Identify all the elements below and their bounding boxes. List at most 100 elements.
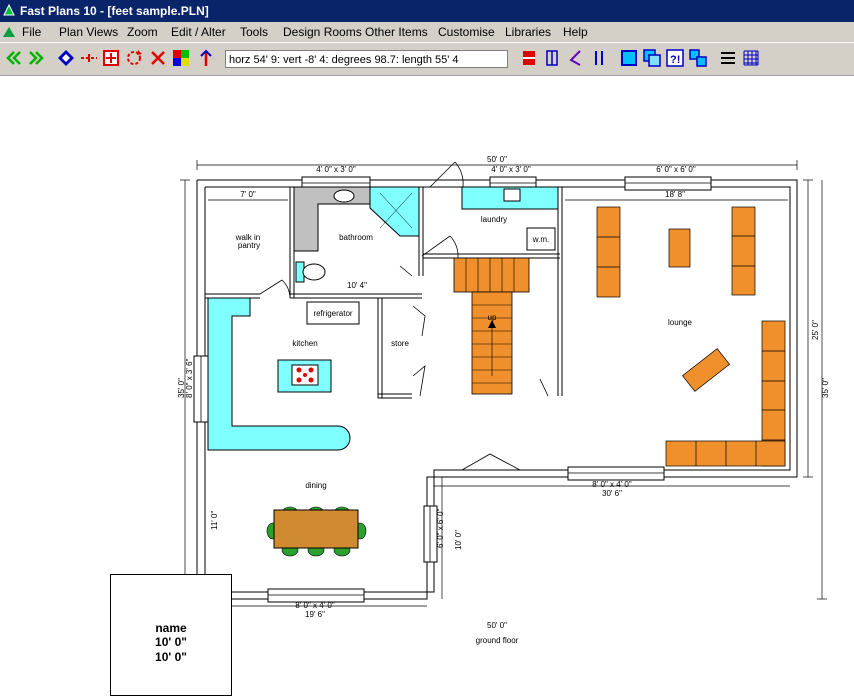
dim-right-25: 25' 0" bbox=[811, 320, 820, 340]
menu-design-rooms[interactable]: Design Rooms bbox=[283, 25, 362, 39]
label-store: store bbox=[391, 339, 409, 348]
measure-tool-button[interactable] bbox=[79, 48, 99, 68]
dim-top-window-2: 4' 0" x 3' 0" bbox=[491, 165, 531, 174]
dim-dining-window: 8' 0" x 4' 0" bbox=[295, 601, 335, 610]
lounge-furniture bbox=[596, 206, 786, 467]
menu-help[interactable]: Help bbox=[563, 25, 588, 39]
dim-lounge-window: 8' 0" x 4' 0" bbox=[592, 480, 632, 489]
dim-top-window-3: 6' 0" x 6' 0" bbox=[656, 165, 696, 174]
basin bbox=[333, 189, 355, 203]
window-top-3 bbox=[624, 176, 712, 191]
coordinate-readout: horz 54' 9: vert -8' 4: degrees 98.7: le… bbox=[225, 50, 508, 68]
menu-zoom[interactable]: Zoom bbox=[127, 25, 158, 39]
grid-button[interactable] bbox=[741, 48, 761, 68]
armchair bbox=[682, 348, 730, 392]
dim-top-window-1: 4' 0" x 3' 0" bbox=[316, 165, 356, 174]
double-chevron-left-icon bbox=[6, 51, 21, 65]
corner-sofa-horizontal bbox=[665, 440, 786, 467]
dim-mid-height: 10' 0" bbox=[454, 530, 463, 550]
sofa-right bbox=[731, 206, 756, 296]
dim-mid-window: 6' 0" x 6' 0" bbox=[436, 508, 445, 548]
layers-button[interactable] bbox=[718, 48, 738, 68]
info-button[interactable]: ?! bbox=[665, 48, 685, 68]
label-ground-floor: ground floor bbox=[475, 636, 519, 645]
dim-top-overall: 50' 0" bbox=[487, 155, 507, 164]
menu-edit-alter[interactable]: Edit / Alter bbox=[171, 25, 226, 39]
menu-other-items[interactable]: Other Items bbox=[365, 25, 428, 39]
select-tool-button[interactable] bbox=[56, 48, 76, 68]
window-title: Fast Plans 10 - [feet sample.PLN] bbox=[20, 4, 209, 18]
door-tool-button[interactable] bbox=[542, 48, 562, 68]
up-arrow-icon bbox=[200, 49, 212, 66]
colour-palette-icon bbox=[173, 50, 189, 66]
room-width: 10' 0" bbox=[155, 635, 187, 649]
shower bbox=[369, 186, 420, 237]
cascade-icon bbox=[643, 49, 661, 67]
dim-lounge-width: 18' 8" bbox=[665, 190, 685, 199]
door-icon bbox=[546, 50, 558, 66]
room-height: 10' 0" bbox=[155, 650, 187, 664]
grid-icon bbox=[743, 50, 759, 66]
sofa-left bbox=[596, 206, 621, 298]
diamond-select-icon bbox=[58, 50, 74, 66]
dim-left-window: 8' 0" x 3' 6" bbox=[185, 358, 194, 398]
delete-button[interactable] bbox=[148, 48, 168, 68]
dim-right-35: 35' 0" bbox=[821, 378, 830, 398]
menu-libraries[interactable]: Libraries bbox=[505, 25, 551, 39]
tile-icon bbox=[689, 49, 707, 67]
label-bathroom: bathroom bbox=[339, 233, 373, 242]
svg-text:?!: ?! bbox=[670, 54, 680, 66]
next-button[interactable] bbox=[26, 48, 46, 68]
room-name: name bbox=[155, 621, 187, 635]
parallel-lines-icon bbox=[595, 51, 603, 65]
label-dining: dining bbox=[305, 481, 327, 490]
menu-tools[interactable]: Tools bbox=[240, 25, 268, 39]
elevate-button[interactable] bbox=[196, 48, 216, 68]
parallel-tool-button[interactable] bbox=[589, 48, 609, 68]
dining-table bbox=[273, 509, 359, 549]
system-menu-icon[interactable] bbox=[2, 25, 16, 39]
rotate-button[interactable] bbox=[124, 48, 144, 68]
angle-tool-button[interactable] bbox=[566, 48, 586, 68]
label-lounge: lounge bbox=[667, 318, 693, 327]
fastplans-app-icon bbox=[3, 4, 15, 16]
label-pantry: pantry bbox=[237, 241, 261, 250]
dashed-measure-icon bbox=[81, 54, 97, 62]
label-laundry: laundry bbox=[480, 215, 508, 224]
dim-30-6: 30' 6" bbox=[602, 489, 622, 498]
double-chevron-right-icon bbox=[29, 51, 44, 65]
dim-pantry: 7' 0" bbox=[240, 190, 256, 199]
toilet-bowl bbox=[302, 263, 326, 281]
plan-canvas[interactable]: walk in pantry bathroom laundry w.m. ref… bbox=[0, 76, 854, 700]
label-washing-machine: w.m. bbox=[532, 235, 550, 244]
menu-bar: File Plan Views Zoom Edit / Alter Tools … bbox=[0, 22, 854, 42]
angle-icon bbox=[569, 50, 581, 66]
window-view-button[interactable] bbox=[619, 48, 639, 68]
label-up: up bbox=[487, 313, 497, 322]
dim-19-6: 19' 6" bbox=[305, 610, 325, 619]
window-lounge bbox=[567, 466, 665, 481]
cascade-view-button[interactable] bbox=[642, 48, 662, 68]
wall-tool-button[interactable] bbox=[519, 48, 539, 68]
menu-customise[interactable]: Customise bbox=[438, 25, 495, 39]
wall-icon bbox=[523, 51, 535, 65]
add-point-button[interactable] bbox=[101, 48, 121, 68]
room-name-box[interactable]: name 10' 0" 10' 0" bbox=[110, 574, 232, 696]
plus-box-icon bbox=[103, 50, 119, 66]
info-icon: ?! bbox=[666, 49, 684, 67]
toolbar: horz 54' 9: vert -8' 4: degrees 98.7: le… bbox=[0, 43, 854, 76]
menu-file[interactable]: File bbox=[22, 25, 41, 39]
title-bar: Fast Plans 10 - [feet sample.PLN] bbox=[0, 0, 854, 22]
delete-x-icon bbox=[151, 51, 165, 65]
rotate-icon bbox=[127, 50, 142, 65]
label-refrigerator: refrigerator bbox=[313, 309, 353, 318]
colour-button[interactable] bbox=[171, 48, 191, 68]
dim-bottom-overall: 50' 0" bbox=[487, 621, 507, 630]
label-kitchen: kitchen bbox=[292, 339, 318, 348]
coffee-table bbox=[668, 228, 691, 268]
laundry-tub bbox=[503, 188, 521, 202]
menu-plan-views[interactable]: Plan Views bbox=[59, 25, 118, 39]
previous-button[interactable] bbox=[4, 48, 24, 68]
dim-bathroom: 10' 4" bbox=[347, 281, 367, 290]
tile-view-button[interactable] bbox=[688, 48, 708, 68]
